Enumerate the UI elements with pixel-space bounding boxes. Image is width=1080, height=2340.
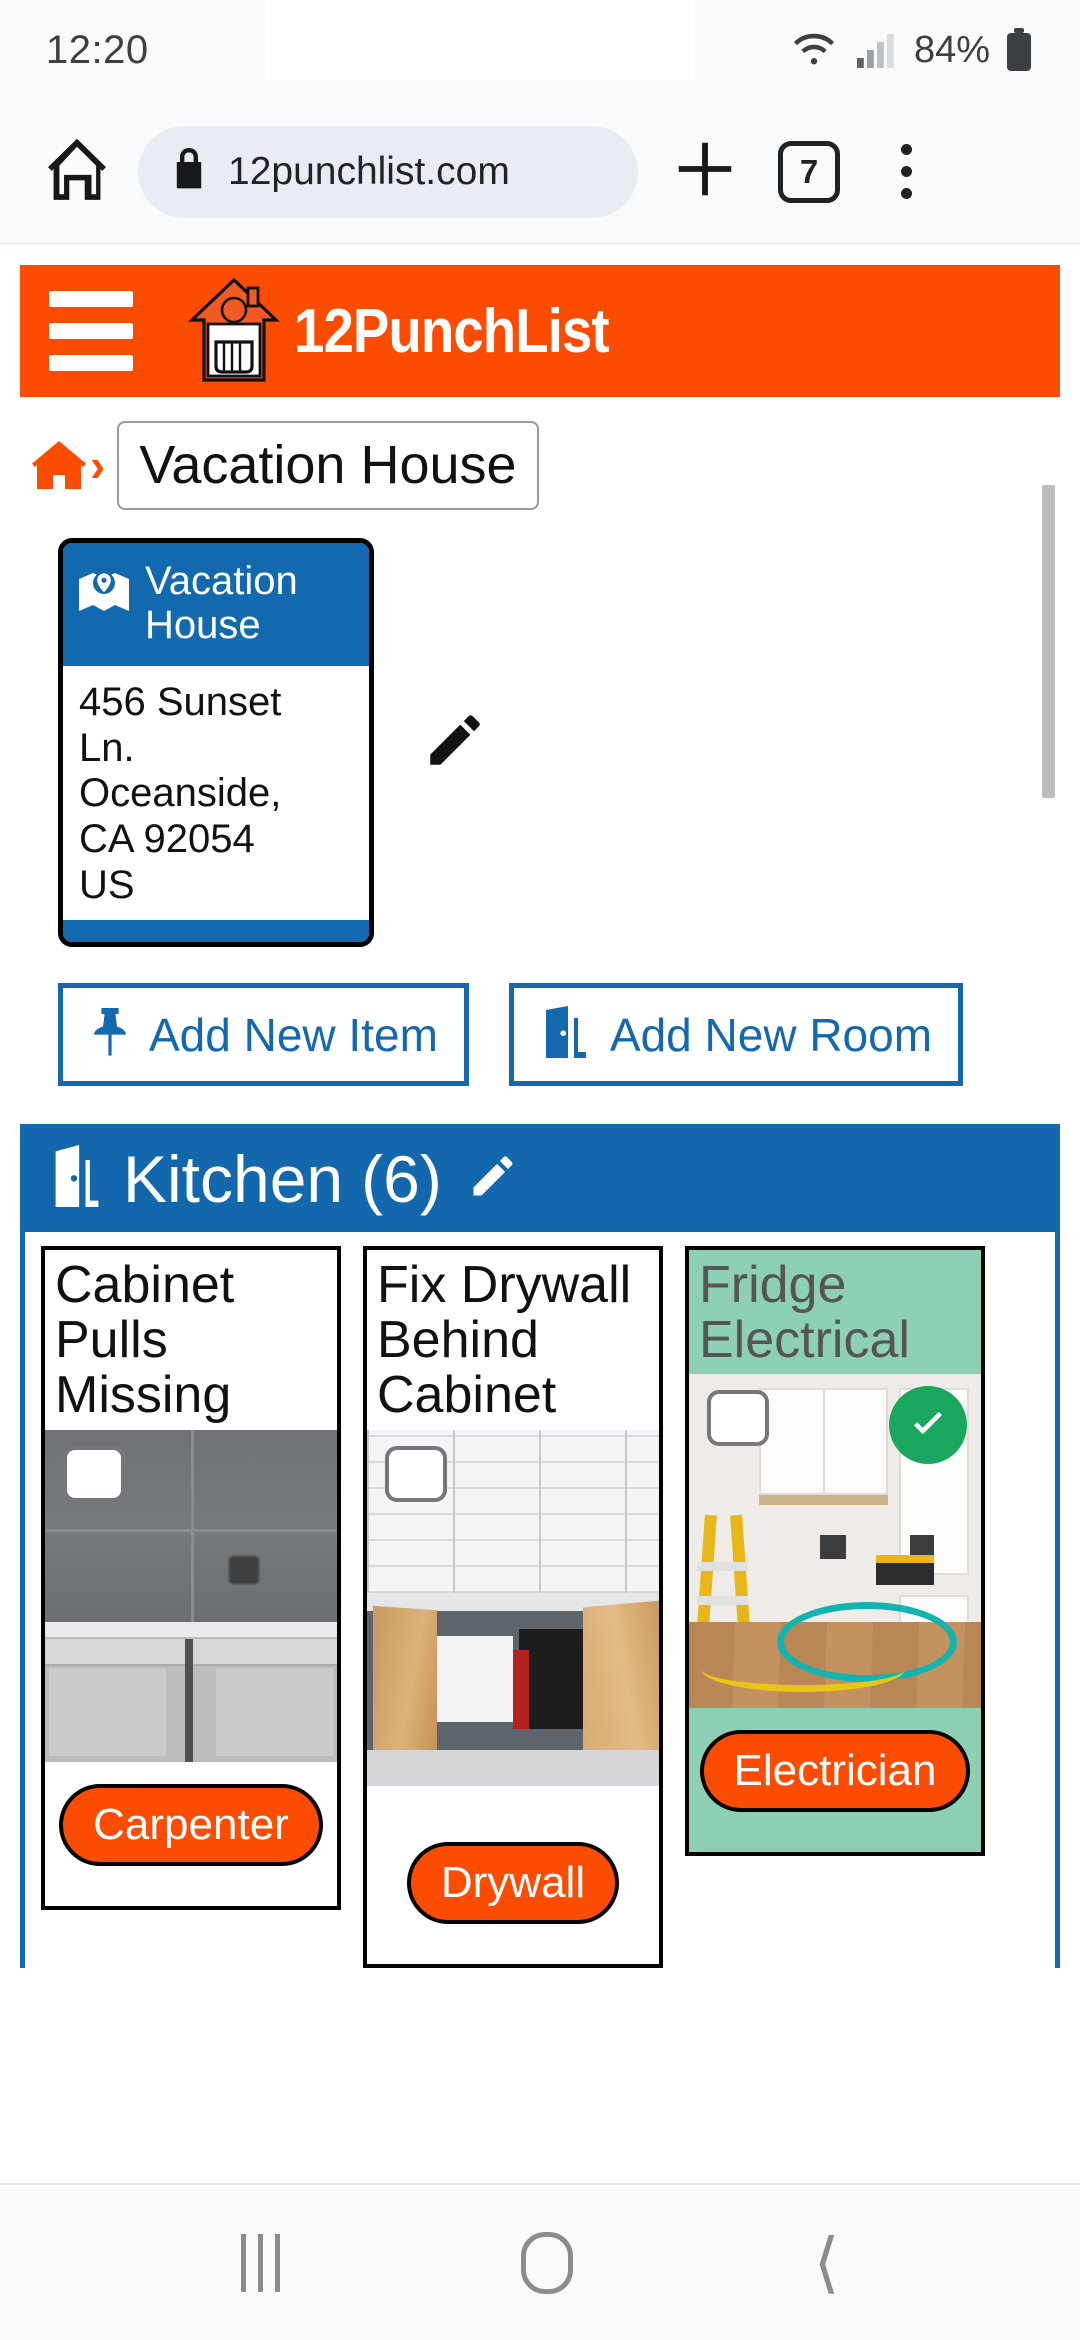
pencil-edit-icon	[422, 707, 488, 778]
home-pill-icon[interactable]	[520, 2231, 573, 2294]
punch-item-title: Cabinet Pulls Missing	[55, 1256, 235, 1425]
plus-icon	[670, 134, 740, 209]
trade-badge[interactable]: Electrician	[699, 1730, 971, 1813]
punch-item-footer: Electrician	[689, 1708, 981, 1852]
room-section-kitchen: Kitchen (6) Cabinet Pulls Missing Carpen…	[20, 1124, 1060, 1968]
property-card-address: 456 Sunset Ln. Oceanside, CA 92054 US	[63, 666, 369, 920]
door-icon	[540, 1006, 592, 1063]
new-tab-button[interactable]	[660, 127, 750, 217]
punch-item-footer: Carpenter	[45, 1762, 337, 1906]
punch-item-photo[interactable]	[367, 1429, 659, 1786]
edit-room-button[interactable]	[466, 1152, 520, 1206]
app-brand-name: 12PunchList	[294, 296, 610, 366]
status-bar-camera-cutout	[265, 0, 695, 80]
system-navigation-bar: ⟨	[0, 2183, 1080, 2340]
hamburger-menu-icon[interactable]	[36, 291, 146, 371]
action-buttons: Add New Item Add New Room	[0, 947, 1080, 1087]
edit-property-button[interactable]	[420, 707, 490, 777]
tab-switcher-button[interactable]: 7	[778, 140, 840, 203]
add-new-item-label: Add New Item	[149, 1008, 438, 1061]
checkbox-unchecked-icon[interactable]	[707, 1390, 769, 1447]
punch-item-title: Fix Drywall Behind Cabinet	[377, 1256, 632, 1425]
breadcrumb-separator: ›	[90, 439, 106, 492]
check-circle-icon	[889, 1386, 967, 1465]
punch-item-card[interactable]: Fix Drywall Behind Cabinet Drywall	[363, 1246, 663, 1968]
address-bar[interactable]: 12punchlist.com	[138, 125, 638, 218]
address-line: CA 92054	[79, 817, 255, 862]
lock-icon	[172, 148, 206, 195]
browser-home-button[interactable]	[34, 129, 120, 215]
browser-menu-button[interactable]	[866, 127, 946, 217]
address-line: Oceanside,	[79, 771, 282, 816]
pencil-edit-icon	[467, 1150, 519, 1207]
home-icon	[40, 132, 114, 211]
room-name-label: Kitchen	[123, 1141, 344, 1216]
checkbox-unchecked-icon[interactable]	[63, 1445, 125, 1502]
overflow-menu-icon	[900, 144, 912, 155]
breadcrumb-current-box[interactable]: Vacation House	[117, 421, 539, 510]
status-bar: 12:20 84%	[0, 0, 1080, 100]
page-scrollbar[interactable]	[1042, 485, 1055, 798]
add-new-room-label: Add New Room	[609, 1008, 933, 1061]
punch-item-footer: Drywall	[367, 1786, 659, 1964]
url-text: 12punchlist.com	[228, 149, 510, 193]
app-brand[interactable]: 12PunchList	[188, 276, 652, 386]
back-chevron-icon[interactable]: ⟨	[814, 2229, 840, 2296]
punch-item-cards: Cabinet Pulls Missing Carpenter Fix Dryw…	[25, 1232, 1055, 1968]
property-card-header: Vacation House	[63, 542, 369, 667]
status-bar-clock: 12:20	[46, 27, 149, 72]
trade-badge[interactable]: Carpenter	[59, 1783, 323, 1866]
tab-count-label: 7	[799, 152, 819, 190]
punch-item-card[interactable]: Cabinet Pulls Missing Carpenter	[41, 1246, 341, 1910]
wifi-icon	[788, 30, 840, 70]
add-new-room-button[interactable]: Add New Room	[508, 983, 964, 1087]
property-card-name: Vacation House	[145, 558, 298, 648]
address-line: 456 Sunset	[79, 680, 282, 725]
app-header: 12PunchList	[20, 265, 1060, 397]
breadcrumb-current-label: Vacation House	[139, 435, 517, 495]
battery-icon	[1004, 28, 1034, 72]
property-card[interactable]: Vacation House 456 Sunset Ln. Oceanside,…	[58, 537, 374, 948]
punch-item-photo[interactable]	[689, 1374, 981, 1709]
room-header[interactable]: Kitchen (6)	[25, 1129, 1055, 1233]
property-card-row: Vacation House 456 Sunset Ln. Oceanside,…	[0, 510, 1080, 948]
address-line: US	[79, 862, 135, 907]
web-page-viewport: 12PunchList › Vacation House Vacation Ho…	[0, 245, 1080, 2183]
trade-badge[interactable]: Drywall	[406, 1841, 620, 1924]
room-item-count: (6)	[361, 1141, 442, 1216]
punch-item-photo[interactable]	[45, 1429, 337, 1762]
cellular-signal-icon	[854, 30, 900, 70]
pushpin-icon	[89, 1006, 131, 1063]
breadcrumb: › Vacation House	[0, 397, 1080, 510]
browser-toolbar: 12punchlist.com 7	[0, 100, 1080, 244]
map-marker-icon	[77, 567, 131, 620]
battery-percent-label: 84%	[913, 28, 990, 71]
address-line: Ln.	[79, 725, 135, 770]
punch-item-title: Fridge Electrical	[699, 1256, 910, 1370]
door-icon	[49, 1145, 105, 1212]
property-card-footer	[63, 920, 369, 943]
breadcrumb-home-icon[interactable]	[30, 438, 88, 492]
punch-item-card[interactable]: Fridge Electrical Electrician	[685, 1246, 985, 1857]
checkbox-unchecked-icon[interactable]	[385, 1445, 447, 1502]
recents-icon[interactable]	[240, 2233, 280, 2292]
add-new-item-button[interactable]: Add New Item	[58, 983, 469, 1087]
house-fist-logo-icon	[188, 276, 280, 386]
